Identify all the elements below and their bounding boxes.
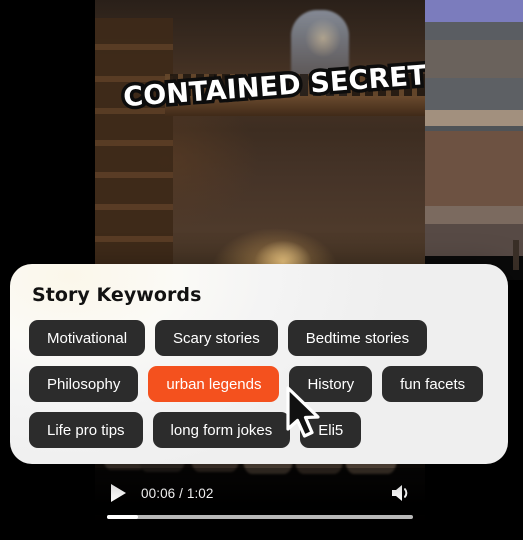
keyword-chip[interactable]: fun facets (382, 366, 484, 402)
time-display: 00:06 / 1:02 (141, 485, 214, 501)
keyword-chip[interactable]: urban legends (148, 366, 280, 402)
player-controls: 00:06 / 1:02 (95, 468, 425, 540)
keyword-chip[interactable]: Life pro tips (29, 412, 143, 448)
keyword-chip[interactable]: Bedtime stories (287, 320, 428, 356)
progress-bar-fill (107, 515, 138, 519)
keyword-chip[interactable]: long form jokes (152, 412, 291, 448)
background-band-purple (425, 0, 523, 22)
keyword-chip[interactable]: History (289, 366, 373, 402)
background-band-gray-2 (425, 40, 523, 78)
background-band-tan (425, 110, 523, 126)
panel-title: Story Keywords (32, 284, 202, 306)
screen-root: CONTAINED SECRETS 00:06 / 1:02 Story Key… (0, 0, 523, 540)
keyword-chip[interactable]: Motivational (29, 320, 146, 356)
play-icon[interactable] (107, 482, 129, 504)
keyword-chip-list: Motivational Scary stories Bedtime stories… (29, 320, 491, 458)
background-band-gray-1 (425, 22, 523, 40)
story-keywords-panel: Story Keywords Motivational Scary stories… (10, 264, 508, 464)
keyword-chip-row: Life pro tips long form jokes Eli5 (29, 412, 491, 448)
volume-high-icon[interactable] (389, 482, 413, 504)
background-rail (513, 240, 519, 270)
keyword-chip[interactable]: Eli5 (300, 412, 362, 448)
page-background-blur (425, 0, 523, 280)
background-band-brown-3 (425, 224, 523, 256)
keyword-chip[interactable]: Philosophy (29, 366, 139, 402)
keyword-chip[interactable]: Scary stories (155, 320, 278, 356)
background-band-brown-2 (425, 206, 523, 224)
keyword-chip-row: Motivational Scary stories Bedtime stories (29, 320, 491, 356)
progress-bar[interactable] (107, 515, 413, 519)
play-triangle (110, 484, 126, 502)
background-band-brown-1 (425, 131, 523, 206)
keyword-chip-row: Philosophy urban legends History fun facets (29, 366, 491, 402)
player-controls-row: 00:06 / 1:02 (107, 480, 413, 506)
